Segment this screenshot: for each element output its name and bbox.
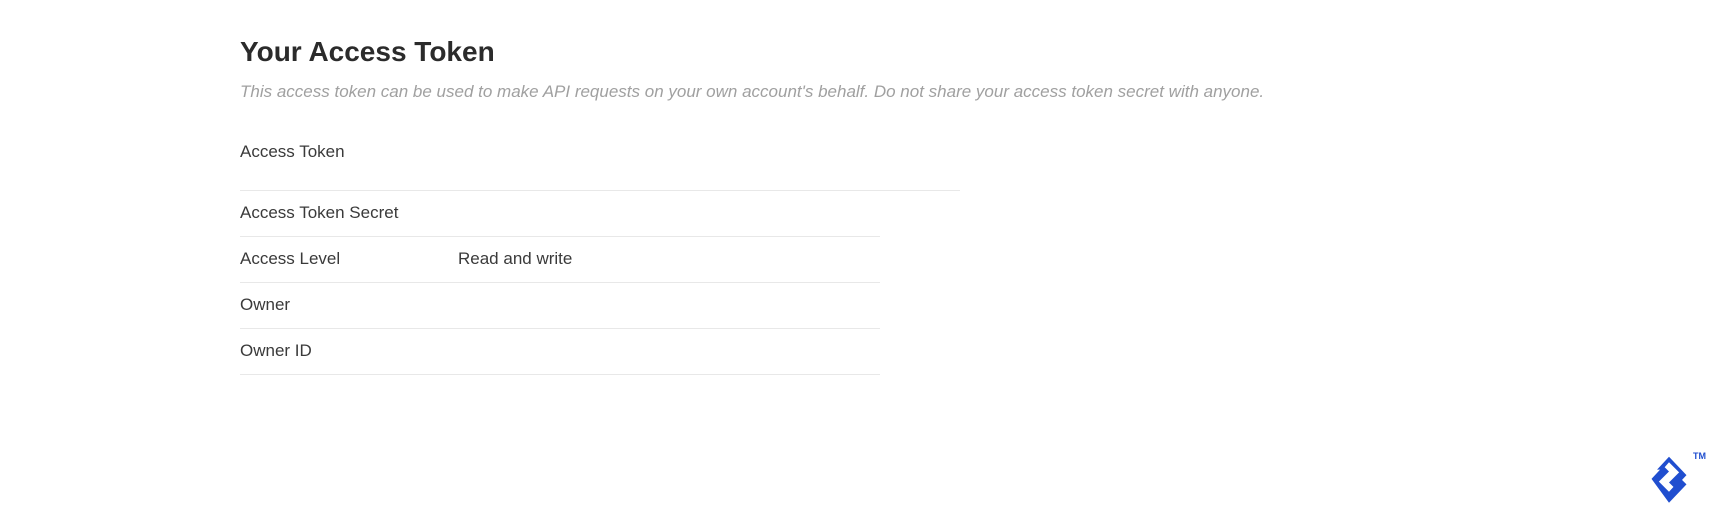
field-label-access-level: Access Level: [240, 249, 458, 269]
field-row-access-token-secret: Access Token Secret: [240, 191, 880, 237]
field-label-access-token-secret: Access Token Secret: [240, 203, 458, 223]
field-row-owner-id: Owner ID: [240, 329, 880, 375]
toptal-logo-icon: [1646, 449, 1692, 510]
field-row-owner: Owner: [240, 283, 880, 329]
page-subtitle: This access token can be used to make AP…: [240, 80, 1720, 104]
field-label-owner: Owner: [240, 295, 458, 315]
field-value-access-level: Read and write: [458, 249, 572, 269]
field-label-access-token: Access Token: [240, 142, 458, 162]
page-title: Your Access Token: [240, 36, 1720, 68]
field-row-access-token: Access Token: [240, 142, 960, 191]
field-row-access-level: Access Level Read and write: [240, 237, 880, 283]
trademark-label: TM: [1693, 451, 1706, 461]
field-label-owner-id: Owner ID: [240, 341, 458, 361]
brand-logo-corner: TM: [1646, 449, 1706, 510]
access-token-panel: Your Access Token This access token can …: [0, 0, 1720, 375]
